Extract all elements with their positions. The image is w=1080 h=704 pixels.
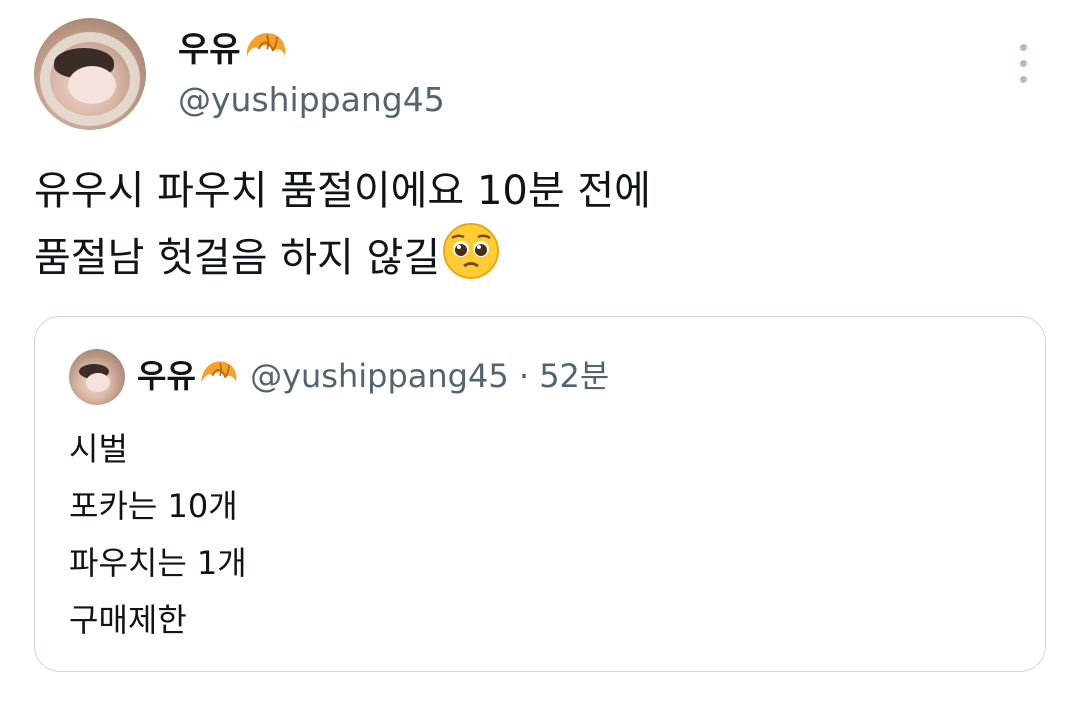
author-handle[interactable]: @yushippang45	[178, 80, 445, 119]
quoted-tweet[interactable]: 우유 @yushippang45 · 52분 시벌 포카는 10개 파우치는 1…	[34, 316, 1046, 672]
tweet-line-2: 품절남 헛걸음 하지 않길	[34, 222, 651, 298]
quoted-line: 포카는 10개	[69, 487, 238, 525]
quoted-line: 구매제한	[69, 601, 187, 639]
author-name-text: 우유	[178, 30, 241, 70]
tweet-line: 유우시 파우치 품절이에요 10분 전에	[34, 168, 651, 214]
quoted-line: 시벌	[69, 430, 128, 468]
tweet-line-text: 품절남 헛걸음 하지 않길	[34, 235, 441, 281]
more-options-icon[interactable]	[1010, 42, 1038, 86]
author-name[interactable]: 우유	[178, 22, 289, 76]
quoted-tweet-text: 시벌 포카는 10개 파우치는 1개 구매제한	[69, 421, 247, 649]
tweet-text: 유우시 파우치 품절이에요 10분 전에 품절남 헛걸음 하지 않길	[34, 160, 651, 298]
croissant-icon	[198, 356, 240, 400]
croissant-icon	[243, 27, 289, 76]
quoted-author-name: 우유	[137, 357, 196, 395]
separator-dot: ·	[518, 357, 530, 395]
quoted-tweet-header: 우유 @yushippang45 · 52분	[137, 351, 609, 400]
quoted-tweet-time: 52분	[539, 357, 610, 395]
author-avatar[interactable]	[34, 18, 146, 130]
quoted-line: 파우치는 1개	[69, 544, 247, 582]
pleading-face-icon	[442, 222, 500, 298]
quoted-author-handle: @yushippang45	[250, 357, 509, 395]
quoted-author-avatar	[69, 349, 125, 405]
